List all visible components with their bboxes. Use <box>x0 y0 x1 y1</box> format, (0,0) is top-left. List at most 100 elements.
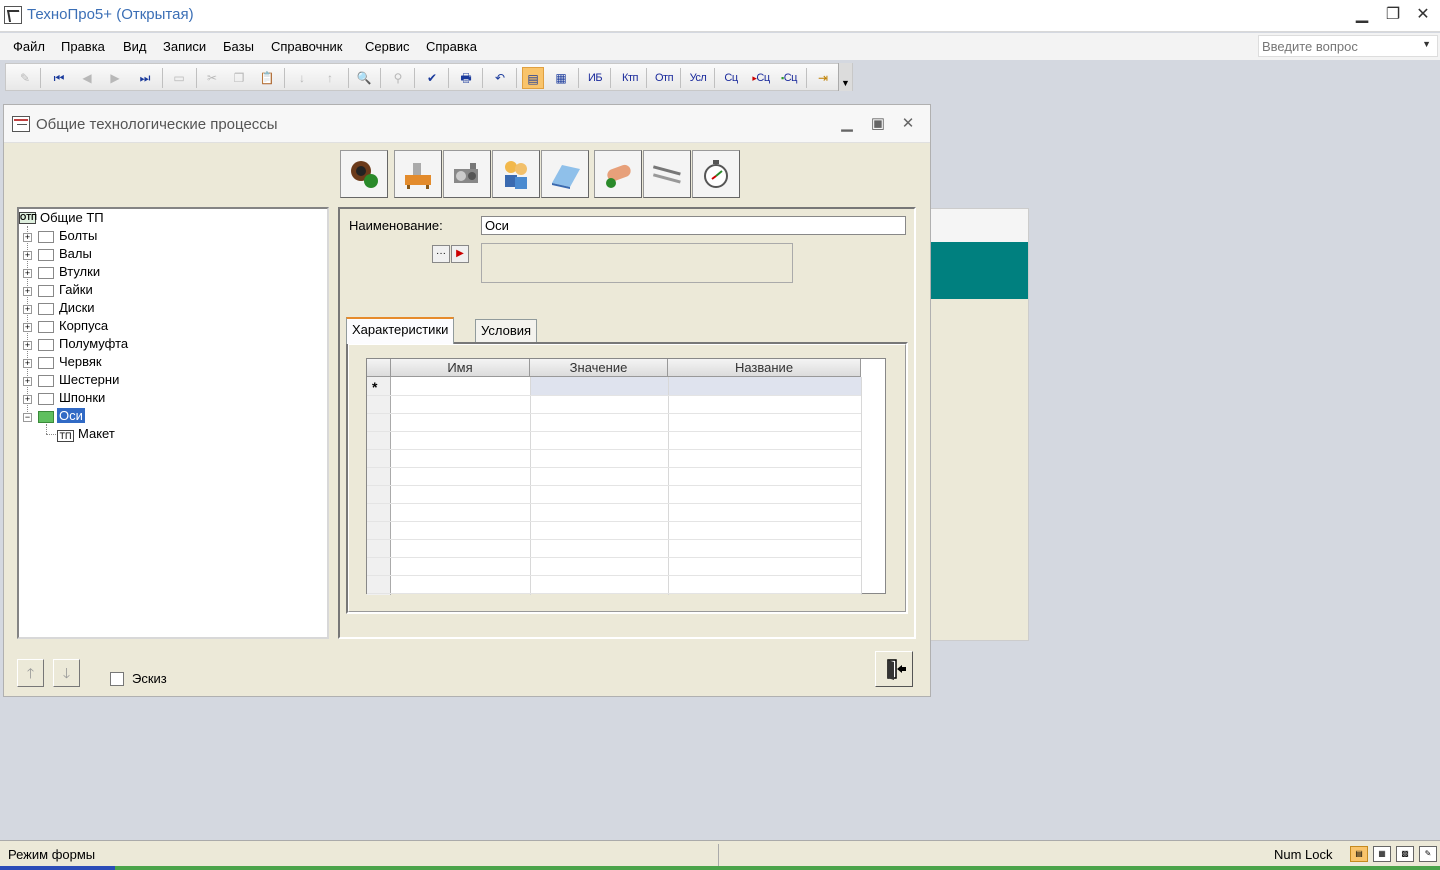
move-up-button[interactable]: 🡑 <box>17 659 44 687</box>
pivot-view-status-icon[interactable]: ▩ <box>1396 846 1414 862</box>
column-header-value[interactable]: Значение <box>530 359 668 377</box>
minimize-button[interactable]: ▁ <box>1350 5 1374 25</box>
form-view-icon[interactable]: ▤ <box>522 67 544 89</box>
sort-ascending-icon[interactable]: ↓ <box>291 67 313 89</box>
move-down-button[interactable]: 🡓 <box>53 659 80 687</box>
chevron-down-icon[interactable]: ▼ <box>1422 39 1431 49</box>
tab-characteristics[interactable]: Характеристики <box>346 317 455 344</box>
otp-button[interactable]: Отп <box>651 67 677 89</box>
tree-item-osi[interactable]: Оси <box>57 408 85 423</box>
menu-service[interactable]: Сервис <box>365 39 410 54</box>
sc-red-label: Сц <box>756 72 770 84</box>
sc-green-button[interactable]: ▪Сц <box>776 67 802 89</box>
menu-help[interactable]: Справка <box>426 39 477 54</box>
menu-databases[interactable]: Базы <box>223 39 254 54</box>
toolbar-options-icon[interactable]: ▼ <box>838 63 852 91</box>
play-red-icon[interactable]: ▶ <box>451 245 469 263</box>
form-minimize-button[interactable]: ▁ <box>836 113 858 135</box>
tree-item-korpusa[interactable]: Корпуса <box>59 318 108 333</box>
form-view-status-icon[interactable]: ▤ <box>1350 846 1368 862</box>
documents-button[interactable] <box>541 150 589 198</box>
design-view-status-icon[interactable]: ✎ <box>1419 846 1437 862</box>
taskbar-edge <box>0 866 1440 870</box>
column-header-title[interactable]: Название <box>668 359 861 377</box>
cut-icon[interactable]: ✂ <box>201 67 223 89</box>
table-view-icon[interactable]: ▦ <box>550 67 572 89</box>
expand-icon[interactable]: + <box>23 287 32 296</box>
ktp-button[interactable]: Ктп <box>617 67 643 89</box>
datasheet-view-status-icon[interactable]: ▦ <box>1373 846 1391 862</box>
materials-button[interactable] <box>340 150 388 198</box>
process-tree[interactable]: ОТП Общие ТП + Болты + Валы + Втулки + Г… <box>17 207 329 639</box>
description-field[interactable] <box>481 243 793 283</box>
restore-button[interactable]: ❐ <box>1381 5 1405 25</box>
expand-icon[interactable]: + <box>23 233 32 242</box>
print-preview-icon[interactable]: 🖶 <box>455 67 477 89</box>
spellcheck-icon[interactable]: ✔ <box>421 67 443 89</box>
form-exit-button[interactable] <box>875 651 913 687</box>
workplace-button[interactable] <box>394 150 442 198</box>
tree-item-polumufta[interactable]: Полумуфта <box>59 336 128 351</box>
folder-icon <box>38 357 54 369</box>
print-icon[interactable]: ✎ <box>14 67 36 89</box>
name-field[interactable]: Оси <box>481 216 906 235</box>
column-header-name[interactable]: Имя <box>391 359 530 377</box>
expand-icon[interactable]: + <box>23 269 32 278</box>
collapse-icon[interactable]: − <box>23 413 32 422</box>
paste-icon[interactable]: 📋 <box>256 67 278 89</box>
first-record-icon[interactable]: ⏮ <box>48 67 70 89</box>
blanks-button[interactable] <box>594 150 642 198</box>
replace-icon[interactable]: ⚲ <box>387 67 409 89</box>
exit-icon[interactable]: ⇥ <box>812 67 834 89</box>
tree-item-shesterni[interactable]: Шестерни <box>59 372 119 387</box>
new-record-name-cell[interactable] <box>391 377 530 395</box>
expand-icon[interactable]: + <box>23 359 32 368</box>
last-record-icon[interactable]: ⏭ <box>134 67 156 89</box>
tree-item-valy[interactable]: Валы <box>59 246 92 261</box>
prev-record-icon[interactable]: ◀ <box>76 67 98 89</box>
find-icon[interactable]: 🔍 <box>353 67 375 89</box>
menu-file[interactable]: Файл <box>13 39 45 54</box>
menu-reference[interactable]: Справочник <box>271 39 343 54</box>
tree-item-shponki[interactable]: Шпонки <box>59 390 105 405</box>
personnel-button[interactable] <box>492 150 540 198</box>
expand-icon[interactable]: + <box>23 341 32 350</box>
sc-red-button[interactable]: ▸Сц <box>748 67 774 89</box>
ellipsis-button[interactable]: ··· <box>432 245 450 263</box>
ib-button[interactable]: ИБ <box>584 67 606 89</box>
sketch-label: Эскиз <box>132 671 167 686</box>
sort-descending-icon[interactable]: ↑ <box>319 67 341 89</box>
expand-icon[interactable]: + <box>23 377 32 386</box>
menu-edit[interactable]: Правка <box>61 39 105 54</box>
expand-icon[interactable]: + <box>23 251 32 260</box>
tree-item-gayki[interactable]: Гайки <box>59 282 93 297</box>
tree-item-chervyak[interactable]: Червяк <box>59 354 102 369</box>
tree-root-label[interactable]: Общие ТП <box>40 210 104 225</box>
usl-button[interactable]: Усл <box>685 67 711 89</box>
expand-icon[interactable]: + <box>23 305 32 314</box>
tree-item-vtulki[interactable]: Втулки <box>59 264 100 279</box>
tools-button[interactable] <box>643 150 691 198</box>
expand-icon[interactable]: + <box>23 323 32 332</box>
new-record-icon[interactable]: ▭ <box>168 67 190 89</box>
blank-icon <box>606 164 631 188</box>
form-maximize-button[interactable]: ▣ <box>867 113 889 135</box>
ask-question-input[interactable]: Введите вопрос ▼ <box>1258 35 1438 57</box>
tree-item-maket[interactable]: Макет <box>78 426 115 441</box>
tab-conditions[interactable]: Условия <box>475 319 538 343</box>
sc-button[interactable]: Сц <box>720 67 742 89</box>
characteristics-grid[interactable]: Имя Значение Название * <box>366 358 886 595</box>
form-close-button[interactable]: ✕ <box>897 113 919 135</box>
timing-button[interactable] <box>692 150 740 198</box>
sketch-checkbox[interactable] <box>110 672 124 686</box>
expand-icon[interactable]: + <box>23 395 32 404</box>
next-record-icon[interactable]: ▶ <box>104 67 126 89</box>
tree-item-diski[interactable]: Диски <box>59 300 95 315</box>
menu-records[interactable]: Записи <box>163 39 206 54</box>
copy-icon[interactable]: ❐ <box>228 67 250 89</box>
menu-view[interactable]: Вид <box>123 39 147 54</box>
close-button[interactable]: ✕ <box>1411 5 1435 25</box>
undo-icon[interactable]: ↶ <box>489 67 511 89</box>
equipment-button[interactable] <box>443 150 491 198</box>
tree-item-bolty[interactable]: Болты <box>59 228 97 243</box>
